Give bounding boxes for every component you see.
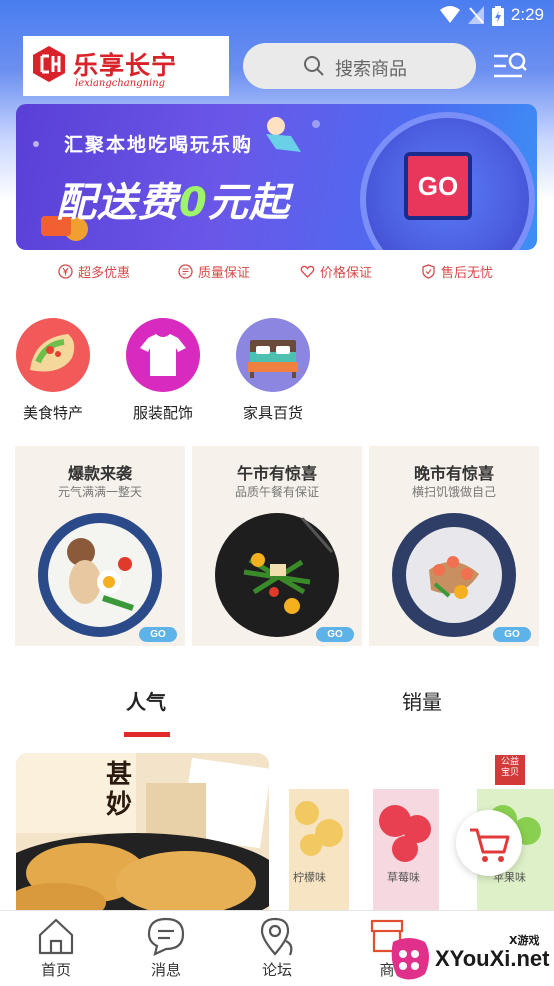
guarantee-item: 售后无忧	[421, 262, 493, 281]
product-badge: 公益 宝贝	[500, 757, 519, 778]
nav-label: 首页	[40, 961, 71, 979]
guarantee-label: 价格保证	[320, 266, 373, 281]
category-label: 服装配饰	[132, 404, 193, 422]
logo-subtext: lexiangchangning	[75, 78, 166, 89]
category-label: 美食特产	[22, 404, 83, 422]
shield-icon	[422, 264, 435, 279]
category-home[interactable]: 家具百货	[228, 318, 318, 423]
cart-button[interactable]	[456, 810, 522, 876]
guarantee-label: 售后无忧	[441, 266, 494, 281]
yen-coin-icon	[58, 264, 73, 279]
promo-title: 爆款来袭	[67, 464, 132, 483]
svg-text:甚: 甚	[106, 760, 132, 790]
promo-title: 晚市有惊喜	[413, 464, 494, 483]
wifi-icon	[440, 6, 460, 23]
promo-go-button[interactable]: GO	[316, 627, 354, 642]
product-image-biscuits: 甚 妙	[16, 753, 269, 913]
category-food[interactable]: 美食特产	[8, 318, 98, 423]
battery-icon	[492, 6, 504, 26]
food-plate-image	[38, 513, 162, 637]
banner-headline-prefix: 配送费	[56, 180, 179, 226]
site-watermark: X游戏 XYouXi.net	[385, 928, 554, 986]
banner-tagline: 汇聚本地吃喝玩乐购	[64, 134, 254, 156]
heart-icon	[300, 265, 315, 278]
banner-headline-zero: 0	[179, 180, 208, 226]
guarantee-label: 超多优惠	[78, 266, 131, 281]
promo-subtitle: 元气满满一整天	[57, 485, 142, 499]
guarantee-item: 质量保证	[178, 262, 250, 281]
nav-messages[interactable]: 消息	[126, 915, 206, 980]
tab-sales[interactable]: 销量	[402, 686, 442, 715]
location-pin-icon	[260, 917, 293, 956]
nav-label: 论坛	[261, 961, 292, 979]
status-bar: 2:29	[0, 0, 554, 30]
tshirt-icon	[126, 318, 200, 392]
banner-headline: 配送费0元起	[56, 170, 290, 228]
watermark-text: XYouXi.net	[435, 946, 550, 971]
chat-icon	[147, 917, 185, 956]
search-placeholder: 搜索商品	[335, 59, 407, 80]
category-label: 家具百货	[242, 404, 303, 422]
promo-subtitle: 品质午餐有保证	[234, 485, 319, 499]
promo-card-hot[interactable]: 爆款来袭 元气满满一整天 GO	[15, 446, 185, 646]
guarantee-label: 质量保证	[198, 266, 251, 281]
status-time: 2:29	[510, 5, 544, 24]
signal-icon	[468, 6, 484, 24]
nav-forum[interactable]: 论坛	[237, 915, 317, 980]
tab-popular[interactable]: 人气	[126, 686, 166, 715]
flavor-label: 柠檬味	[293, 871, 326, 884]
app-logo[interactable]: 乐享长宁 lexiangchangning	[23, 36, 229, 96]
promo-card-lunch[interactable]: 午市有惊喜 品质午餐有保证 GO	[192, 446, 362, 646]
svg-text:妙: 妙	[106, 790, 132, 820]
logo-mark-icon	[33, 46, 65, 82]
home-icon	[38, 918, 74, 955]
bed-icon	[236, 318, 310, 392]
category-search-menu-icon[interactable]	[492, 50, 528, 82]
flavor-label: 草莓味	[387, 871, 420, 884]
promo-go-button[interactable]: GO	[493, 627, 531, 642]
product-card-snack[interactable]: 甚 妙	[16, 753, 269, 913]
active-tab-indicator	[124, 732, 170, 737]
promo-card-dinner[interactable]: 晚市有惊喜 横扫饥饿做自己 GO	[369, 446, 539, 646]
banner-headline-suffix: 元起	[207, 180, 290, 226]
food-plate-image	[392, 513, 516, 637]
guarantee-row: 超多优惠 质量保证 价格保证 售后无忧	[0, 262, 554, 282]
guarantee-item: 价格保证	[300, 262, 372, 281]
promo-title: 午市有惊喜	[236, 464, 317, 483]
logo-text: 乐享长宁	[73, 51, 178, 80]
nav-home[interactable]: 首页	[16, 915, 96, 980]
guarantee-item: 超多优惠	[58, 262, 130, 281]
search-icon	[304, 56, 324, 76]
certificate-icon	[178, 264, 193, 279]
nav-label: 消息	[150, 961, 181, 979]
food-wrap-icon	[16, 318, 90, 392]
cart-icon	[470, 828, 510, 862]
promo-go-button[interactable]: GO	[139, 627, 177, 642]
banner-go-button[interactable]: GO	[404, 152, 472, 220]
promo-subtitle: 横扫饥饿做自己	[411, 485, 496, 499]
food-plate-image	[215, 513, 339, 637]
category-clothing[interactable]: 服装配饰	[118, 318, 208, 423]
promo-banner[interactable]: 汇聚本地吃喝玩乐购 配送费0元起 GO	[16, 104, 537, 250]
search-input[interactable]: 搜索商品	[243, 43, 476, 89]
watermark-logo-icon	[391, 938, 429, 980]
